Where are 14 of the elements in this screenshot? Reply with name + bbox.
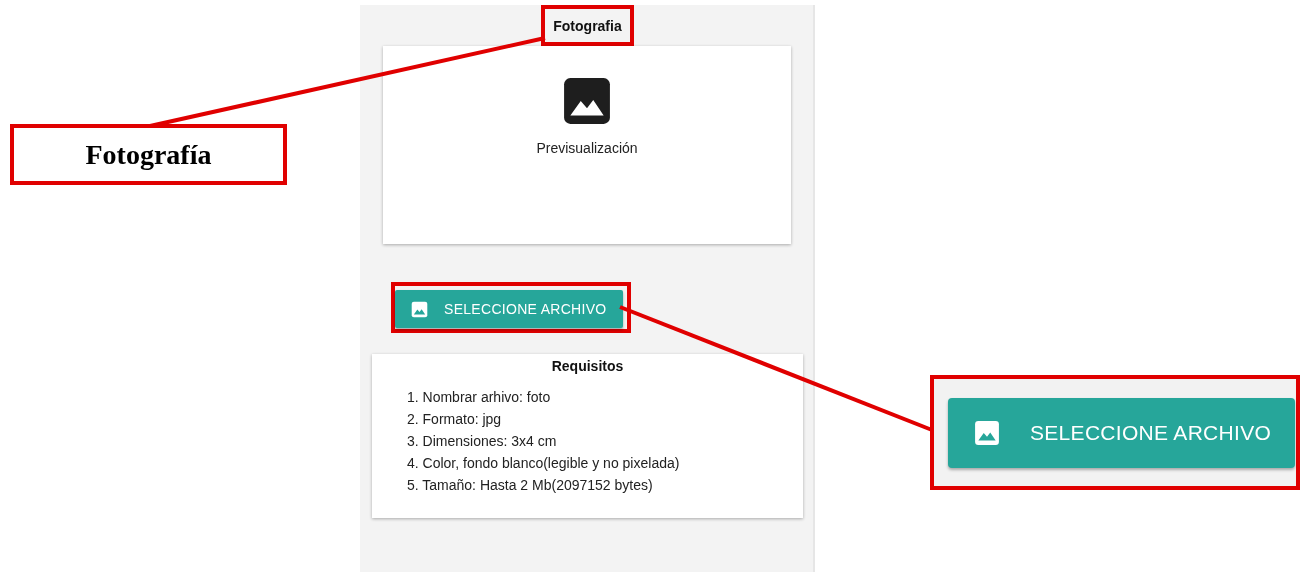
preview-label: Previsualización [536,140,638,156]
image-icon [562,76,612,126]
requirement-item: 4. Color, fondo blanco(legible y no pixelada) [407,454,681,473]
select-file-button[interactable]: SELECCIONE ARCHIVO [948,397,1296,468]
section-title: Fotografia [553,17,622,34]
image-icon [411,300,428,318]
select-file-button[interactable]: SELECCIONE ARCHIVO [395,290,623,328]
image-icon [974,419,1000,446]
callout-label: Fotografía [10,124,287,185]
requirement-item: 2. Formato: jpg [407,410,503,429]
requirement-item: 1. Nombrar arhivo: foto [407,388,552,407]
requirement-item: 5. Tamaño: Hasta 2 Mb(2097152 bytes) [407,476,654,495]
requirements-title: Requisitos [551,358,624,374]
requirement-item: 3. Dimensiones: 3x4 cm [407,432,558,451]
